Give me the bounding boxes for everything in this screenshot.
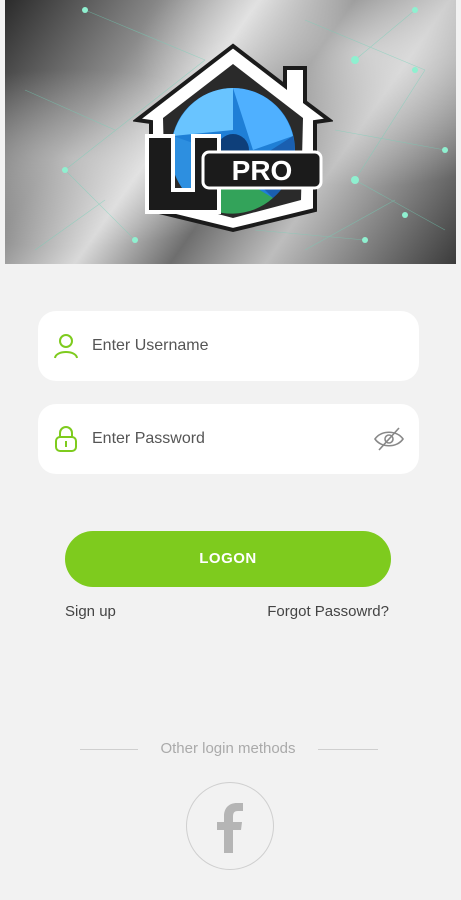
facebook-login-button[interactable] xyxy=(186,782,274,870)
eye-off-icon[interactable] xyxy=(373,426,405,452)
username-field[interactable]: Enter Username xyxy=(38,311,419,381)
sign-up-link[interactable]: Sign up xyxy=(65,602,116,622)
divider-left xyxy=(80,749,138,750)
facebook-icon xyxy=(217,803,243,853)
divider-right xyxy=(318,749,378,750)
hero-banner: PRO xyxy=(5,0,456,264)
other-login-label: Other login methods xyxy=(160,740,296,757)
username-placeholder: Enter Username xyxy=(92,337,209,354)
logo-text: PRO xyxy=(232,155,293,186)
user-icon xyxy=(54,334,78,359)
password-placeholder: Enter Password xyxy=(92,430,205,447)
lock-icon xyxy=(55,426,77,452)
forgot-password-link[interactable]: Forgot Passowrd? xyxy=(267,602,389,622)
u-pro-logo: PRO xyxy=(133,43,333,233)
password-field[interactable]: Enter Password xyxy=(38,404,419,474)
logon-button[interactable]: LOGON xyxy=(65,531,391,587)
